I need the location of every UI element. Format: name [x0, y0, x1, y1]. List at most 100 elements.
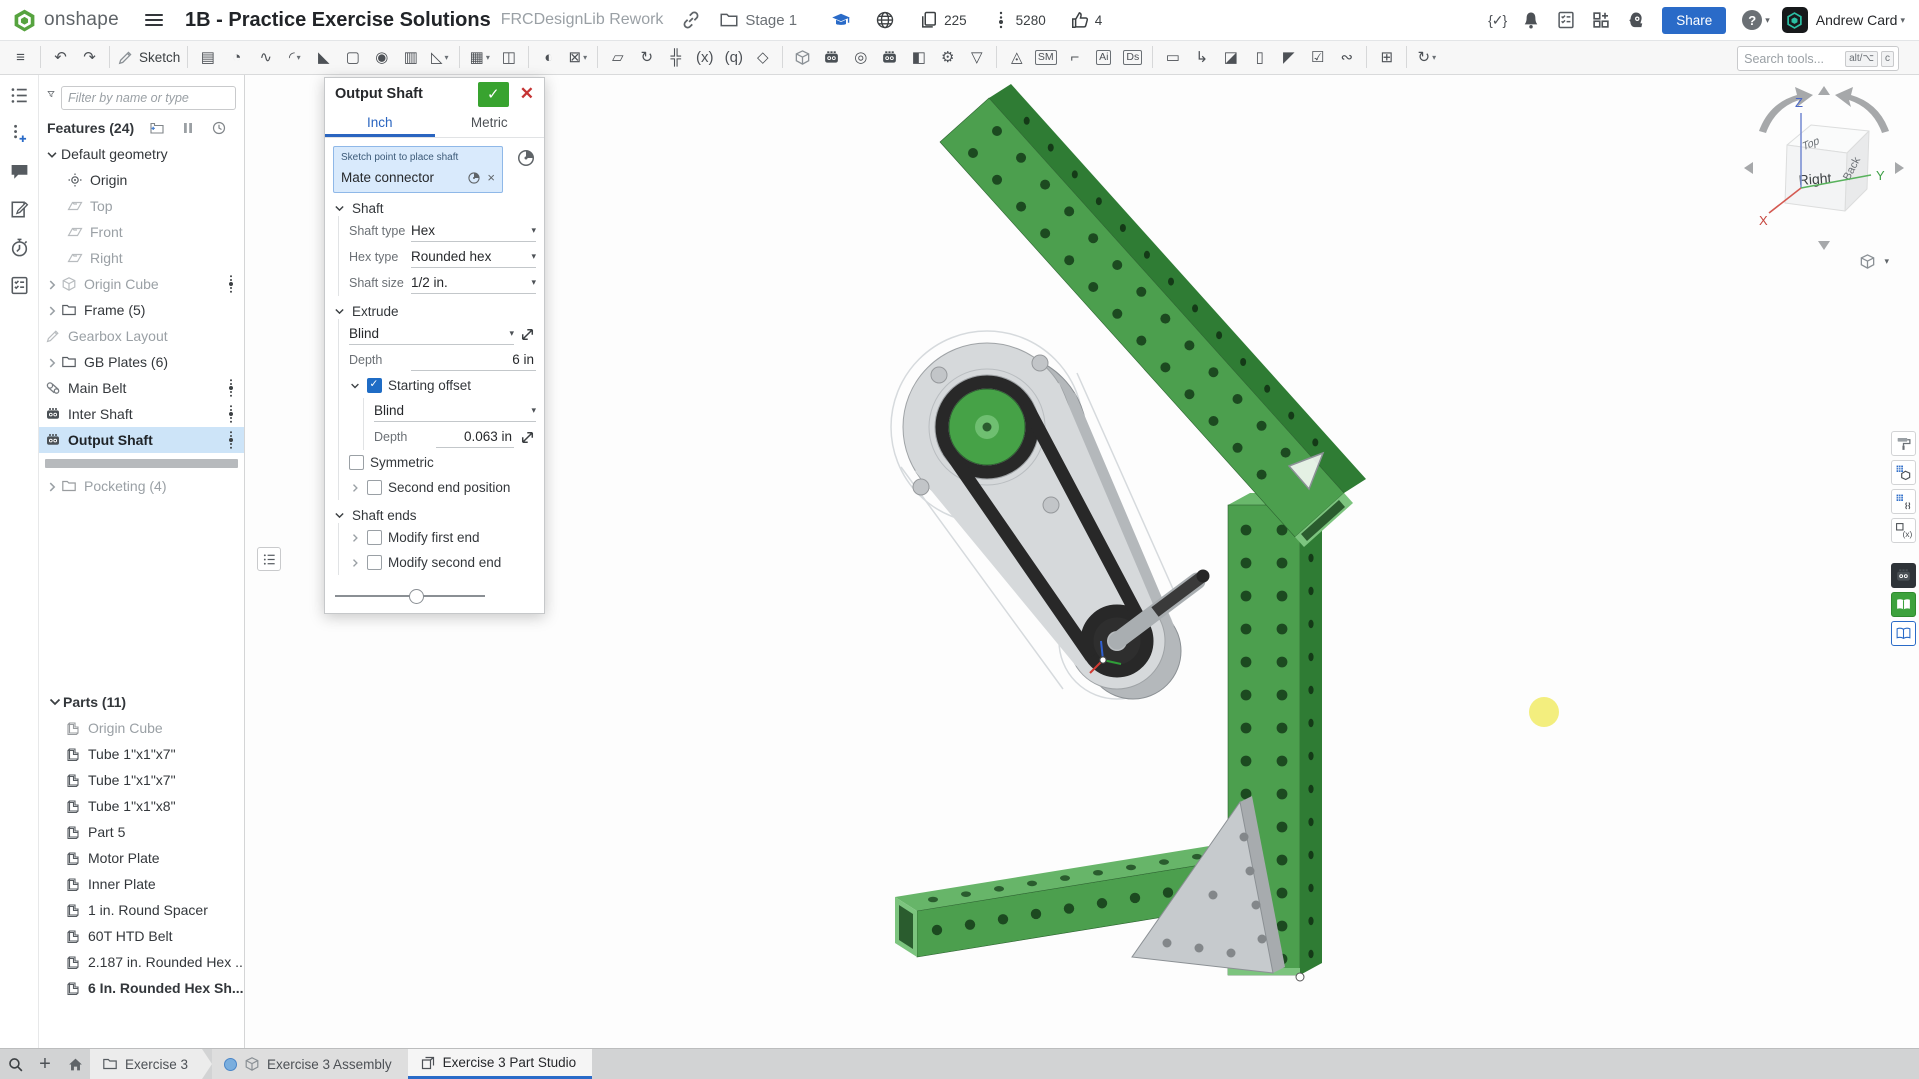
feature-row[interactable]: Top [39, 193, 244, 219]
share-button[interactable]: Share [1662, 7, 1726, 34]
tab-exercise-3-assembly[interactable]: Exercise 3 Assembly [212, 1049, 408, 1079]
view-options-button[interactable]: ▾ [1859, 253, 1889, 270]
custom-feature-icon[interactable] [817, 44, 846, 70]
hex-type-select[interactable]: Rounded hex▾ [411, 246, 536, 268]
render-lamp-icon[interactable]: ◬ [1002, 44, 1031, 70]
flip-direction-icon[interactable] [519, 326, 536, 343]
corner-icon[interactable]: ◤ [1274, 44, 1303, 70]
education-cap-icon[interactable] [831, 10, 851, 30]
rollback-row[interactable] [39, 453, 244, 473]
versions-branch-icon[interactable] [9, 123, 30, 144]
depth-input[interactable]: 6 in [411, 349, 536, 371]
suppress-pause-icon[interactable] [180, 120, 196, 136]
highlight-point[interactable] [1529, 697, 1559, 727]
second-end-row[interactable]: Second end position [349, 475, 536, 500]
parts-chevron-icon[interactable] [47, 694, 63, 710]
export-icon[interactable]: ▭ [1158, 44, 1187, 70]
tab-exercise-3-part-studio[interactable]: Exercise 3 Part Studio [408, 1049, 593, 1079]
curve-icon[interactable]: ∾ [1332, 44, 1361, 70]
documentation-button[interactable] [1891, 621, 1916, 646]
flip-offset-direction-icon[interactable] [519, 429, 536, 446]
feature-row[interactable]: GB Plates (6) [39, 349, 244, 375]
feature-row[interactable]: Output Shaft [39, 427, 244, 453]
pin-icon[interactable]: ◎ [846, 44, 875, 70]
document-title[interactable]: 1B - Practice Exercise Solutions [185, 9, 491, 32]
shaft-size-select[interactable]: 1/2 in.▾ [411, 272, 536, 294]
first-end-chevron-icon[interactable] [349, 532, 361, 544]
tasks-checklist-icon[interactable] [1556, 10, 1576, 30]
search-tabs-button[interactable] [0, 1049, 30, 1079]
modify-first-end-row[interactable]: Modify first end [349, 525, 536, 550]
hole-icon[interactable]: ◉ [367, 44, 396, 70]
symmetric-checkbox[interactable] [349, 455, 364, 470]
feature-menu-dots-icon[interactable] [227, 430, 235, 450]
tab-inch[interactable]: Inch [325, 110, 435, 137]
custom-feature-2-icon[interactable] [875, 44, 904, 70]
shaft-section-header[interactable]: Shaft [325, 201, 544, 216]
feature-row[interactable]: Gearbox Layout [39, 323, 244, 349]
sketch-point[interactable] [1296, 973, 1304, 981]
search-tools-input[interactable] [1742, 51, 1842, 67]
user-name[interactable]: Andrew Card [1816, 12, 1898, 28]
custom-feature-panel-button[interactable] [1891, 563, 1916, 588]
confirm-button[interactable]: ✓ [478, 82, 509, 107]
feature-row[interactable]: Inter Shaft [39, 401, 244, 427]
rollback-slider[interactable] [335, 589, 485, 603]
part-row[interactable]: Tube 1"x1"x8" [39, 793, 244, 819]
likes-icon[interactable] [1070, 10, 1090, 30]
feature-menu-dots-icon[interactable] [227, 274, 235, 294]
help-caret-icon[interactable]: ▾ [1765, 15, 1770, 26]
add-tab-button[interactable]: + [30, 1049, 60, 1079]
properties-edit-icon[interactable] [9, 199, 30, 220]
end-type-select[interactable]: Blind▾ [349, 323, 514, 345]
finish-icon[interactable]: ☑ [1303, 44, 1332, 70]
dropdown-caret-icon[interactable]: ▾ [297, 53, 301, 62]
origin-target-icon[interactable]: ⊞ [1372, 44, 1401, 70]
apps-grid-icon[interactable] [1591, 10, 1611, 30]
shell-icon[interactable]: ▢ [338, 44, 367, 70]
fillet-icon[interactable]: ◜ ▾ [280, 44, 309, 70]
symmetric-row[interactable]: Symmetric [349, 450, 536, 475]
mirror-icon[interactable]: ◫ [494, 44, 523, 70]
tab-metric[interactable]: Metric [435, 110, 545, 137]
feature-menu-dots-icon[interactable] [227, 404, 235, 424]
helix-icon[interactable]: ↻ [632, 44, 661, 70]
home-button[interactable] [60, 1049, 90, 1079]
iso-cube-icon[interactable] [788, 44, 817, 70]
appearance-tool-button[interactable] [1891, 431, 1916, 456]
part-row[interactable]: Motor Plate [39, 845, 244, 871]
second-end-chevron-icon[interactable] [349, 482, 361, 494]
plane-icon[interactable]: ▱ [603, 44, 632, 70]
history-stopwatch-icon[interactable] [9, 237, 30, 258]
dropdown-caret-icon[interactable]: ▾ [486, 53, 490, 62]
add-folder-icon[interactable] [149, 120, 165, 136]
user-caret-icon[interactable]: ▾ [1900, 15, 1905, 26]
extrude-section-header[interactable]: Extrude [325, 304, 544, 319]
sheet-metal-icon[interactable]: SM [1031, 44, 1060, 70]
variable-icon[interactable]: (x) [690, 44, 719, 70]
part-row[interactable]: Part 5 [39, 819, 244, 845]
filter-input[interactable] [61, 86, 236, 110]
part-row[interactable]: Tube 1"x1"x7" [39, 741, 244, 767]
starting-offset-checkbox[interactable] [367, 378, 382, 393]
second-end-mod-chevron-icon[interactable] [349, 557, 361, 569]
feature-menu-dots-icon[interactable] [227, 378, 235, 398]
link-icon[interactable] [681, 10, 701, 30]
feature-row[interactable]: Frame (5) [39, 297, 244, 323]
modify-second-end-row[interactable]: Modify second end [349, 550, 536, 575]
draft-icon[interactable]: ◺ ▾ [425, 44, 454, 70]
filter-funnel-icon[interactable] [47, 90, 55, 106]
offset-depth-input[interactable]: 0.063 in [436, 426, 514, 448]
rollback-bar[interactable] [45, 459, 238, 468]
config-inputs-button[interactable] [1891, 489, 1916, 514]
modify-first-end-checkbox[interactable] [367, 530, 382, 545]
variables-table-button[interactable]: (x) [1891, 518, 1916, 543]
part-row[interactable]: Origin Cube [39, 715, 244, 741]
part-row[interactable]: 6 In. Rounded Hex Sh... [39, 975, 244, 1001]
rib-icon[interactable]: ▥ [396, 44, 425, 70]
clear-selection-icon[interactable]: × [487, 170, 495, 185]
lookup-icon[interactable]: (q) [719, 44, 748, 70]
feature-script-check-icon[interactable]: {✓} [1488, 12, 1506, 29]
sweep-icon[interactable]: ∿ [251, 44, 280, 70]
extrude-icon[interactable]: ▤ [193, 44, 222, 70]
